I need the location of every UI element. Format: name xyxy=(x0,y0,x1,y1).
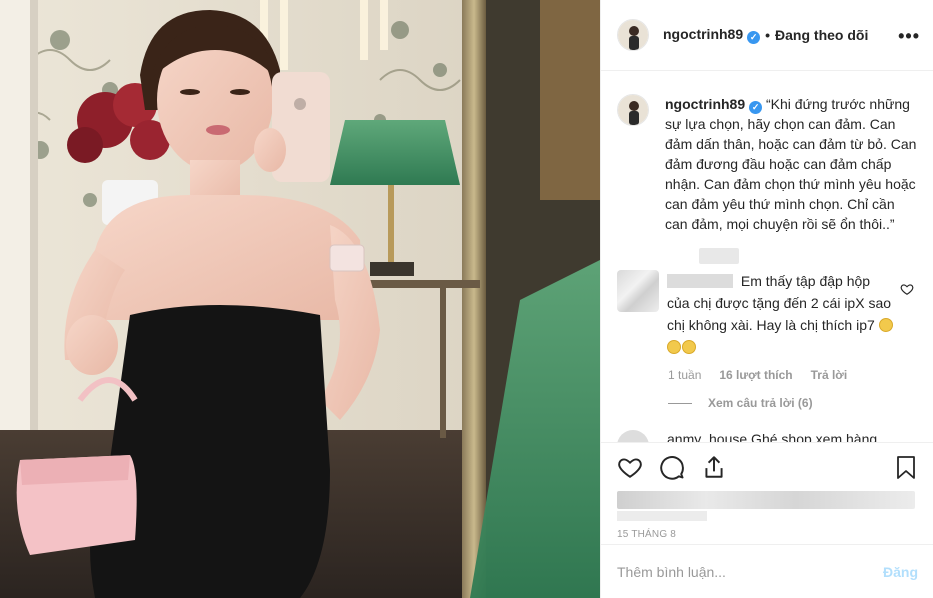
blurred-content xyxy=(617,511,707,521)
reply-button[interactable]: Trả lời xyxy=(811,368,848,382)
comment-text: anmy_house Ghé shop xem hàng xyxy=(667,431,878,442)
caption: ngoctrinh89 ✓ “Khi đứng trước những sự lự… xyxy=(617,94,918,234)
blurred-content xyxy=(699,248,739,264)
header-username-text[interactable]: ngoctrinh89 xyxy=(663,26,743,42)
avatar-image xyxy=(618,20,648,50)
commenter-avatar-blurred[interactable] xyxy=(617,270,659,312)
emoji-icon xyxy=(682,340,696,354)
caption-avatar[interactable] xyxy=(617,94,649,126)
caption-username[interactable]: ngoctrinh89 ✓ xyxy=(665,96,763,114)
more-options-icon[interactable]: ••• xyxy=(898,26,920,47)
post-comment-button[interactable]: Đăng xyxy=(883,564,918,580)
post-actions: 15 THÁNG 8 xyxy=(601,442,933,544)
caption-username-text[interactable]: ngoctrinh89 xyxy=(665,96,745,112)
commenter-name-blurred[interactable] xyxy=(667,274,733,288)
header-username[interactable]: ngoctrinh89 ✓ xyxy=(663,26,761,44)
likes-count-blurred[interactable] xyxy=(617,491,915,509)
comment-item: Em thấy tập đập hộp của chị được tặng đế… xyxy=(617,270,918,358)
post-image xyxy=(0,0,600,598)
add-comment-bar: Đăng xyxy=(601,544,933,598)
verified-badge-icon: ✓ xyxy=(747,31,761,44)
comment-item: anmy_house Ghé shop xem hàng xyxy=(617,430,918,442)
emoji-icon xyxy=(878,318,893,332)
avatar-image xyxy=(618,95,648,125)
bookmark-icon[interactable] xyxy=(894,454,918,480)
avatar[interactable] xyxy=(617,19,649,51)
comment-icon[interactable] xyxy=(659,454,685,480)
divider-line xyxy=(668,402,692,404)
caption-text-block: ngoctrinh89 ✓ “Khi đứng trước những sự lự… xyxy=(665,94,918,234)
comment-age[interactable]: 1 tuần xyxy=(668,368,701,382)
share-icon[interactable] xyxy=(701,454,727,480)
view-replies-label[interactable]: Xem câu trả lời (6) xyxy=(708,396,813,410)
post-header: ngoctrinh89 ✓ • Đang theo dõi ••• xyxy=(601,0,933,71)
verified-badge-icon: ✓ xyxy=(749,101,763,114)
follow-status-button[interactable]: Đang theo dõi xyxy=(775,27,868,43)
emoji-icon xyxy=(667,340,681,354)
comment-meta: 1 tuần 16 lượt thích Trả lời xyxy=(668,368,918,382)
comment-text-block: Em thấy tập đập hộp của chị được tặng đế… xyxy=(667,270,895,358)
heart-icon[interactable] xyxy=(617,454,643,480)
comment-input[interactable] xyxy=(617,563,883,580)
comment-likes[interactable]: 16 lượt thích xyxy=(719,368,792,382)
post-date[interactable]: 15 THÁNG 8 xyxy=(617,529,918,540)
comment-like-heart-icon[interactable] xyxy=(900,282,914,296)
separator-dot: • xyxy=(765,27,771,43)
action-icons xyxy=(617,443,918,491)
post-sidebar: ngoctrinh89 ✓ • Đang theo dõi ••• ngoctri… xyxy=(600,0,933,598)
comments-list[interactable]: ngoctrinh89 ✓ “Khi đứng trước những sự lự… xyxy=(601,72,933,442)
view-replies-button[interactable]: Xem câu trả lời (6) xyxy=(668,396,918,410)
caption-text: “Khi đứng trước những sự lựa chọn, hãy c… xyxy=(665,96,917,232)
avatar[interactable] xyxy=(617,430,649,442)
post-photo[interactable] xyxy=(0,0,600,598)
